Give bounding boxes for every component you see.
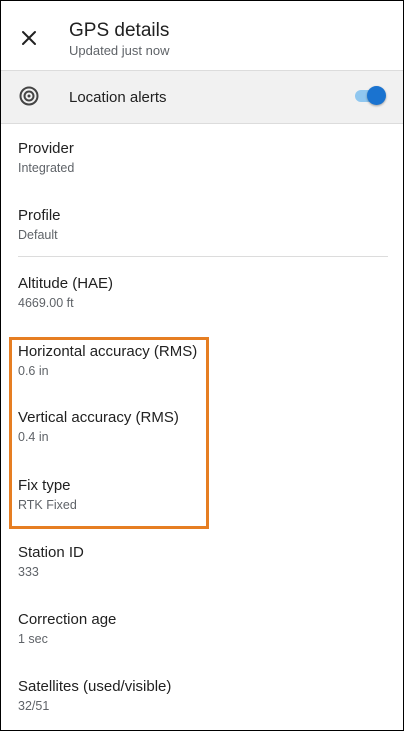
altitude-item[interactable]: Altitude (HAE) 4669.00 ft: [18, 275, 113, 311]
correction-age-label: Correction age: [18, 611, 117, 628]
provider-label: Provider: [18, 140, 74, 157]
section-divider: [18, 256, 388, 257]
location-alerts-row[interactable]: Location alerts: [1, 70, 403, 124]
station-id-value: 333: [18, 565, 39, 579]
correction-age-value: 1 sec: [18, 632, 48, 646]
station-id-item[interactable]: Station ID 333: [18, 544, 84, 580]
fix-type-label: Fix type: [18, 477, 71, 494]
horizontal-accuracy-label: Horizontal accuracy (RMS): [18, 343, 198, 360]
location-alerts-toggle[interactable]: [353, 85, 387, 107]
vertical-accuracy-label: Vertical accuracy (RMS): [18, 409, 179, 426]
satellites-label: Satellites (used/visible): [18, 678, 172, 695]
profile-item[interactable]: Profile Default: [18, 207, 61, 243]
target-icon: [19, 86, 39, 106]
page-subtitle: Updated just now: [69, 43, 170, 58]
close-button[interactable]: [11, 20, 47, 56]
provider-value: Integrated: [18, 161, 75, 175]
profile-label: Profile: [18, 207, 61, 224]
app-bar: GPS details Updated just now: [1, 1, 403, 69]
fix-type-value: RTK Fixed: [18, 498, 77, 512]
page-title: GPS details: [69, 20, 170, 41]
vertical-accuracy-item[interactable]: Vertical accuracy (RMS) 0.4 in: [18, 409, 179, 445]
toggle-knob: [367, 86, 386, 105]
station-id-label: Station ID: [18, 544, 84, 561]
provider-item[interactable]: Provider Integrated: [18, 140, 74, 176]
gps-details-screen: GPS details Updated just now Location al…: [0, 0, 404, 731]
close-icon: [22, 31, 36, 45]
horizontal-accuracy-item[interactable]: Horizontal accuracy (RMS) 0.6 in: [18, 343, 197, 379]
correction-age-item[interactable]: Correction age 1 sec: [18, 611, 116, 647]
satellites-item[interactable]: Satellites (used/visible) 32/51: [18, 678, 171, 714]
fix-type-item[interactable]: Fix type RTK Fixed: [18, 477, 77, 513]
horizontal-accuracy-value: 0.6 in: [18, 364, 49, 378]
vertical-accuracy-value: 0.4 in: [18, 430, 49, 444]
profile-value: Default: [18, 228, 58, 242]
location-alerts-label: Location alerts: [69, 89, 167, 106]
altitude-value: 4669.00 ft: [18, 296, 74, 310]
satellites-value: 32/51: [18, 699, 50, 713]
altitude-label: Altitude (HAE): [18, 275, 114, 292]
